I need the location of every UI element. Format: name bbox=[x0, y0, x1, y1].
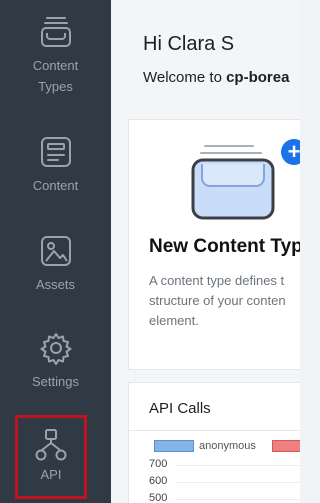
y-tick-label: 700 bbox=[149, 458, 168, 470]
grid-line bbox=[175, 499, 300, 500]
sidebar-item-assets[interactable]: Assets bbox=[0, 235, 111, 295]
api-calls-card: API Calls anonymous 700 600 500 bbox=[128, 382, 300, 503]
card-title: API Calls bbox=[149, 400, 211, 417]
y-tick-label: 500 bbox=[149, 492, 168, 503]
sidebar-item-label: Settings bbox=[32, 374, 79, 389]
sidebar-item-label: Content bbox=[32, 178, 79, 193]
sidebar-item-label: Content bbox=[32, 58, 79, 73]
legend-swatch bbox=[154, 440, 194, 453]
sidebar-item-label: Types bbox=[38, 79, 73, 94]
api-icon bbox=[35, 429, 67, 461]
card-description: A content type defines t structure of yo… bbox=[149, 273, 286, 328]
legend-label: anonymous bbox=[199, 440, 256, 452]
legend-swatch bbox=[272, 440, 300, 453]
main-content: Hi Clara S Welcome to cp-borea + New Con… bbox=[111, 0, 300, 503]
sidebar-item-content-types[interactable]: Content Types bbox=[0, 15, 111, 97]
sidebar-item-settings[interactable]: Settings bbox=[0, 331, 111, 392]
divider bbox=[129, 430, 300, 431]
sidebar-item-content[interactable]: Content bbox=[0, 136, 111, 196]
welcome-text: Welcome to cp-borea bbox=[143, 69, 290, 86]
grid-line bbox=[175, 482, 300, 483]
sidebar: Content Types Content Assets Settings AP… bbox=[0, 0, 111, 503]
gear-icon bbox=[40, 333, 71, 365]
chart-legend: anonymous bbox=[154, 440, 300, 453]
image-icon bbox=[40, 236, 71, 266]
stack-name: cp-borea bbox=[226, 69, 290, 86]
grid-line bbox=[175, 465, 300, 466]
sidebar-item-label: Assets bbox=[35, 277, 75, 292]
page-title: Hi Clara S bbox=[143, 33, 235, 55]
content-types-icon bbox=[40, 17, 71, 47]
content-icon bbox=[40, 137, 71, 167]
add-content-type-button[interactable]: + bbox=[281, 139, 300, 165]
legend-item bbox=[272, 440, 300, 453]
sidebar-item-label: API bbox=[40, 467, 62, 482]
new-content-type-card[interactable]: + New Content Typ A content type defines… bbox=[128, 119, 300, 370]
sidebar-item-api[interactable]: API bbox=[15, 415, 87, 499]
content-type-illustration bbox=[191, 145, 275, 220]
y-tick-label: 600 bbox=[149, 475, 168, 487]
card-title: New Content Typ bbox=[149, 236, 300, 257]
